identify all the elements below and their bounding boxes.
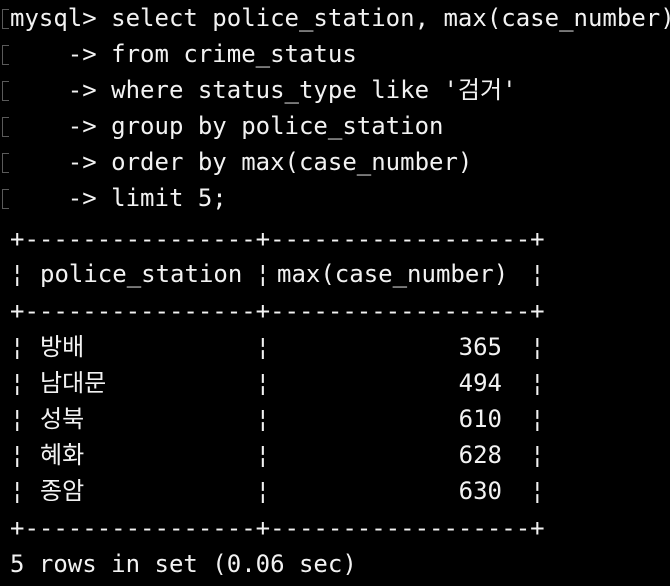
column-header-police-station: police_station: [40, 260, 243, 288]
line-gutter-mark: [2, 117, 9, 137]
table-border-top: +----------------+------------------+: [10, 225, 545, 253]
table-cell-station: 남대문: [40, 369, 107, 397]
column-header-max-case-number: max(case_number): [277, 260, 509, 288]
query-line-from: -> from crime_status: [10, 40, 357, 68]
query-line-limit: -> limit 5;: [10, 184, 227, 212]
line-gutter-mark: [2, 81, 9, 101]
terminal-window[interactable]: mysql> select police_station, max(case_n…: [0, 0, 670, 586]
table-border-header: +----------------+------------------+: [10, 297, 545, 325]
table-cell-station: 혜화: [40, 441, 85, 469]
query-line-select: mysql> select police_station, max(case_n…: [10, 4, 670, 32]
table-cell-station: 성북: [40, 405, 85, 433]
table-cell-max-case: 494: [458, 369, 502, 397]
table-cell-max-case: 630: [458, 477, 502, 505]
table-border-bottom: +----------------+------------------+: [10, 514, 545, 542]
result-summary: 5 rows in set (0.06 sec): [10, 550, 357, 578]
table-cell-station: 종암: [40, 477, 85, 505]
line-gutter-mark: [2, 189, 9, 209]
query-line-where: -> where status_type like '검거': [10, 76, 517, 104]
table-cell-station: 방배: [40, 333, 85, 361]
table-cell-max-case: 610: [458, 405, 502, 433]
query-line-group-by: -> group by police_station: [10, 112, 444, 140]
line-gutter-mark: [2, 153, 9, 173]
query-line-order-by: -> order by max(case_number): [10, 148, 473, 176]
table-cell-max-case: 365: [458, 333, 502, 361]
table-cell-max-case: 628: [458, 441, 502, 469]
line-gutter-mark: [2, 45, 9, 65]
line-gutter-mark: [2, 9, 9, 29]
